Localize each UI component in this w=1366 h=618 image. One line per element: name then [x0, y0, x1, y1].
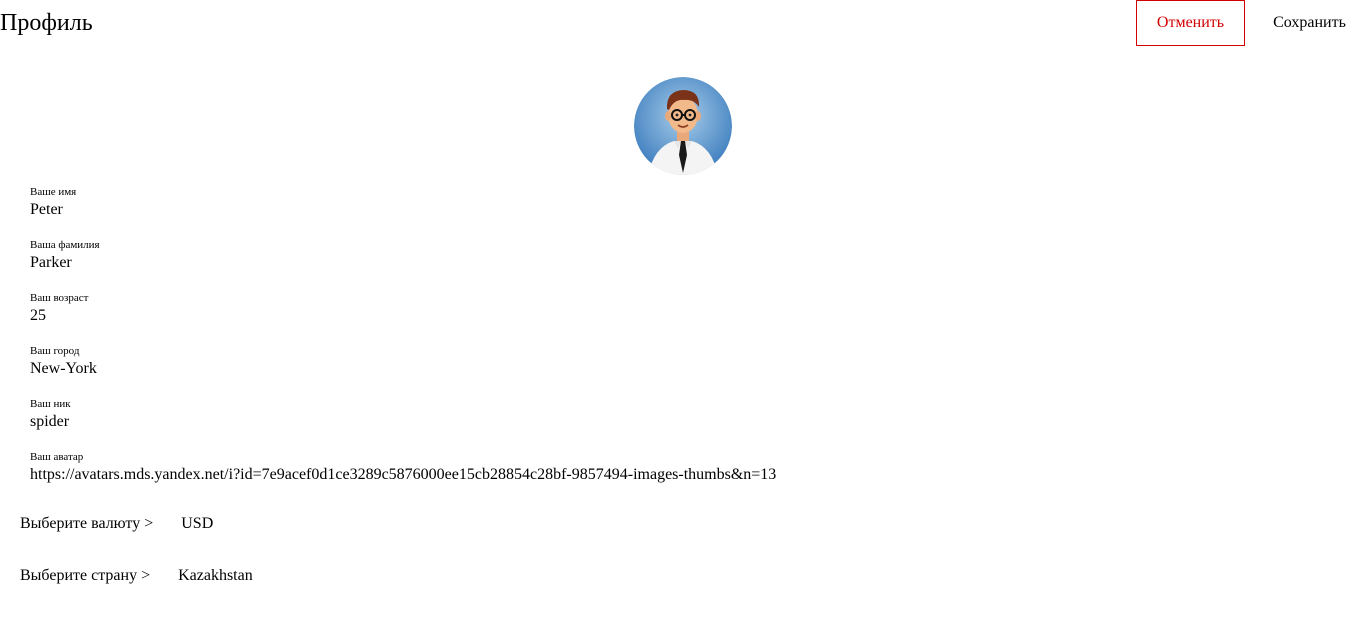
avatar [634, 77, 732, 175]
currency-select-label[interactable]: Выберите валюту > [20, 514, 153, 534]
nickname-field[interactable]: Ваш ник spider [30, 398, 71, 432]
avatar-url-label: Ваш аватар [30, 451, 84, 463]
last-name-label: Ваша фамилия [30, 239, 100, 251]
age-field[interactable]: Ваш возраст 25 [30, 292, 88, 326]
age-value[interactable]: 25 [30, 306, 88, 326]
first-name-label: Ваше имя [30, 186, 77, 198]
nickname-label: Ваш ник [30, 398, 71, 410]
save-button[interactable]: Сохранить [1263, 0, 1356, 46]
currency-value: USD [181, 515, 214, 532]
country-select-label[interactable]: Выберите страну > [20, 566, 150, 586]
city-field[interactable]: Ваш город New-York [30, 345, 97, 379]
currency-select[interactable]: Выберите валюту > USD [20, 514, 213, 534]
country-value: Kazakhstan [178, 567, 253, 584]
city-value[interactable]: New-York [30, 359, 97, 379]
user-avatar-icon [634, 77, 732, 175]
first-name-value[interactable]: Peter [30, 200, 76, 220]
country-select[interactable]: Выберите страну > Kazakhstan [20, 566, 253, 586]
nickname-value[interactable]: spider [30, 412, 71, 432]
age-label: Ваш возраст [30, 292, 89, 304]
first-name-field[interactable]: Ваше имя Peter [30, 186, 76, 220]
avatar-url-value[interactable]: https://avatars.mds.yandex.net/i?id=7e9a… [30, 465, 776, 485]
cancel-button[interactable]: Отменить [1136, 0, 1245, 46]
profile-page: Профиль Отменить Сохранить Ваше имя Pete… [0, 0, 1366, 618]
last-name-value[interactable]: Parker [30, 253, 100, 273]
page-title: Профиль [0, 10, 93, 36]
avatar-url-field[interactable]: Ваш аватар https://avatars.mds.yandex.ne… [30, 451, 776, 485]
last-name-field[interactable]: Ваша фамилия Parker [30, 239, 100, 273]
city-label: Ваш город [30, 345, 80, 357]
